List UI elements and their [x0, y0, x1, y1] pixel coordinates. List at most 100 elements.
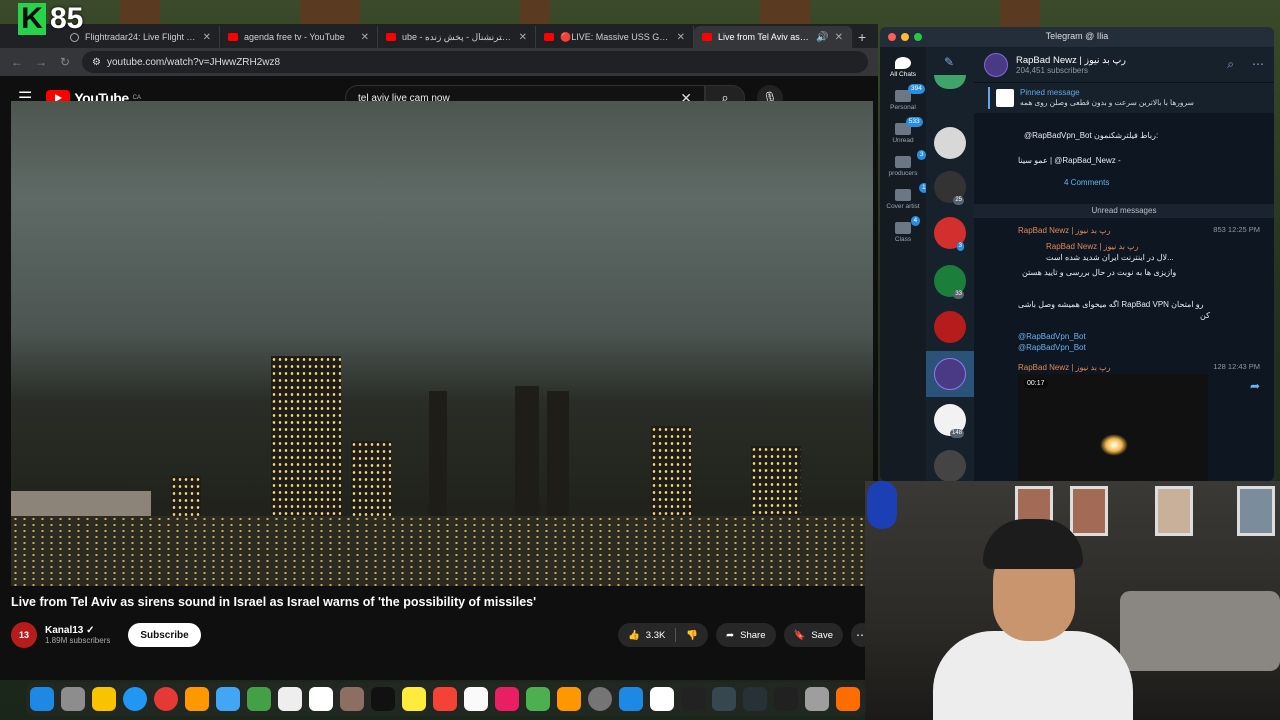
compose-icon[interactable]: ✎ [944, 55, 954, 69]
close-icon[interactable]: ✕ [835, 32, 843, 43]
app-icon[interactable] [681, 687, 705, 711]
chat-avatar-selected[interactable] [934, 358, 966, 390]
chrome-icon[interactable] [154, 687, 178, 711]
folder-producers[interactable]: 3 producers [889, 150, 927, 177]
like-dislike-group: 👍 3.3K 👎 [617, 623, 709, 647]
speaker-icon[interactable]: 🔊 [816, 32, 828, 43]
calendar-icon[interactable] [464, 687, 488, 711]
folder-unread[interactable]: 533 Unread [892, 117, 923, 144]
chat-avatar[interactable]: 25 [934, 171, 966, 205]
app-store-icon[interactable] [619, 687, 643, 711]
share-button[interactable]: ➦ Share [716, 623, 776, 647]
channel-avatar[interactable] [984, 52, 1008, 77]
search-icon[interactable]: ⌕ [1227, 57, 1234, 72]
divider [675, 628, 677, 642]
folder-label: Unread [892, 137, 914, 144]
url-field[interactable]: ⚙ youtube.com/watch?v=JHwwZRH2wz8 [82, 51, 868, 73]
telegram-chat: RapBad Newz | رپ بد نیوز 204,451 subscri… [974, 47, 1274, 481]
bot-link[interactable]: @RapBadVpn_Bot [1018, 331, 1086, 342]
launchpad-icon[interactable] [61, 687, 85, 711]
channel-avatar[interactable]: 13 [11, 622, 37, 648]
back-icon[interactable]: ← [10, 55, 24, 69]
app-icon[interactable] [774, 687, 798, 711]
tab-flightradar[interactable]: Flightradar24: Live Flight Tra ✕ [62, 26, 220, 48]
chat-avatar[interactable]: 148 [934, 404, 966, 438]
settings-icon[interactable] [588, 687, 612, 711]
forward-icon[interactable]: ➦ [1250, 379, 1260, 393]
site-info-icon[interactable]: ⚙ [92, 57, 101, 68]
news-icon[interactable] [495, 687, 519, 711]
more-icon[interactable]: ⋯ [1252, 57, 1264, 72]
chat-header: RapBad Newz | رپ بد نیوز 204,451 subscri… [974, 47, 1274, 83]
guitar [867, 481, 897, 529]
folder-icon [894, 189, 911, 201]
app-icon[interactable] [805, 687, 829, 711]
tab-tel-aviv-live[interactable]: Live from Tel Aviv as siren 🔊 ✕ [694, 26, 852, 48]
chat-avatar[interactable]: 3 [934, 217, 966, 251]
mail-icon[interactable] [216, 687, 240, 711]
app-icon[interactable] [743, 687, 767, 711]
comments-link[interactable]: 4 Comments [1064, 177, 1109, 188]
chat-avatar[interactable] [934, 75, 966, 89]
message-sender[interactable]: RapBad Newz | رپ بد نیوز [1018, 225, 1111, 236]
photos-icon[interactable] [185, 687, 209, 711]
unread-badge: 394 [907, 84, 925, 94]
subscribe-button[interactable]: Subscribe [128, 623, 201, 647]
close-icon[interactable]: ✕ [519, 32, 527, 43]
quoted-sender: RapBad Newz | رپ بد نیوز [1046, 242, 1139, 251]
notes-icon[interactable] [402, 687, 426, 711]
forward-icon[interactable]: → [34, 55, 48, 69]
pages-icon[interactable] [557, 687, 581, 711]
folder-personal[interactable]: 394 Personal [890, 84, 925, 111]
new-tab-button[interactable]: + [852, 26, 872, 48]
youtube-icon [228, 33, 238, 41]
apple-tv-icon[interactable] [371, 687, 395, 711]
save-button[interactable]: 🔖 Save [783, 623, 843, 647]
pinned-label: Pinned message [1020, 88, 1080, 97]
close-icon[interactable]: ✕ [677, 32, 685, 43]
chat-header-meta[interactable]: RapBad Newz | رپ بد نیوز 204,451 subscri… [1016, 55, 1126, 75]
folder-label: All Chats [889, 71, 916, 78]
channel-name[interactable]: Kanal13 ✓ [45, 625, 110, 636]
folder-cover-artist[interactable]: 1 Cover artist [886, 183, 929, 210]
pinned-bar [988, 87, 990, 109]
pinned-message[interactable]: Pinned message سرورها با بالاترین سرعت و… [974, 83, 1274, 113]
bot-link[interactable]: @RapBadVpn_Bot [1018, 342, 1086, 353]
video-attachment[interactable]: 00:17 [1018, 374, 1208, 481]
chat-list: ✎ 25 3 33 148 [926, 47, 974, 481]
wall-frame [1155, 486, 1193, 536]
tab-agenda-free-tv[interactable]: agenda free tv - YouTube ✕ [220, 26, 378, 48]
reminders-icon[interactable] [278, 687, 302, 711]
chat-avatar[interactable] [934, 127, 966, 159]
numbers-icon[interactable] [526, 687, 550, 711]
message-sender[interactable]: RapBad Newz | رپ بد نیوز [1018, 362, 1111, 373]
tab-uss-gerald[interactable]: 🔴LIVE: Massive USS Gerald ✕ [536, 26, 694, 48]
tab-label: ube - ایران اینترنشنال - پخش زنده [402, 31, 513, 42]
tab-iran-international[interactable]: ube - ایران اینترنشنال - پخش زنده ✕ [378, 26, 536, 48]
chat-avatar[interactable]: 33 [934, 265, 966, 299]
video-player[interactable] [11, 101, 873, 586]
app-icon[interactable] [836, 687, 860, 711]
facetime-icon[interactable] [247, 687, 271, 711]
app-icon[interactable] [712, 687, 736, 711]
chat-badge: 33 [953, 290, 964, 299]
thumbs-up-icon[interactable]: 👍 [628, 630, 640, 641]
tab-label: agenda free tv - YouTube [244, 32, 345, 42]
folder-class[interactable]: 4 Class [894, 216, 921, 243]
app-icon[interactable] [92, 687, 116, 711]
folder-all-chats[interactable]: All Chats [890, 57, 916, 78]
freeform-icon[interactable] [309, 687, 333, 711]
pinned-thumbnail [996, 89, 1014, 107]
chat-avatar[interactable] [934, 311, 966, 343]
notion-icon[interactable] [650, 687, 674, 711]
safari-icon[interactable] [123, 687, 147, 711]
chat-avatar[interactable] [934, 450, 966, 481]
reload-icon[interactable]: ↻ [58, 55, 72, 69]
close-icon[interactable]: ✕ [361, 32, 369, 43]
thumbs-down-icon[interactable]: 👎 [686, 630, 698, 641]
folder-icon [894, 222, 911, 234]
app-icon[interactable] [340, 687, 364, 711]
music-icon[interactable] [433, 687, 457, 711]
close-icon[interactable]: ✕ [203, 32, 211, 43]
finder-icon[interactable] [30, 687, 54, 711]
